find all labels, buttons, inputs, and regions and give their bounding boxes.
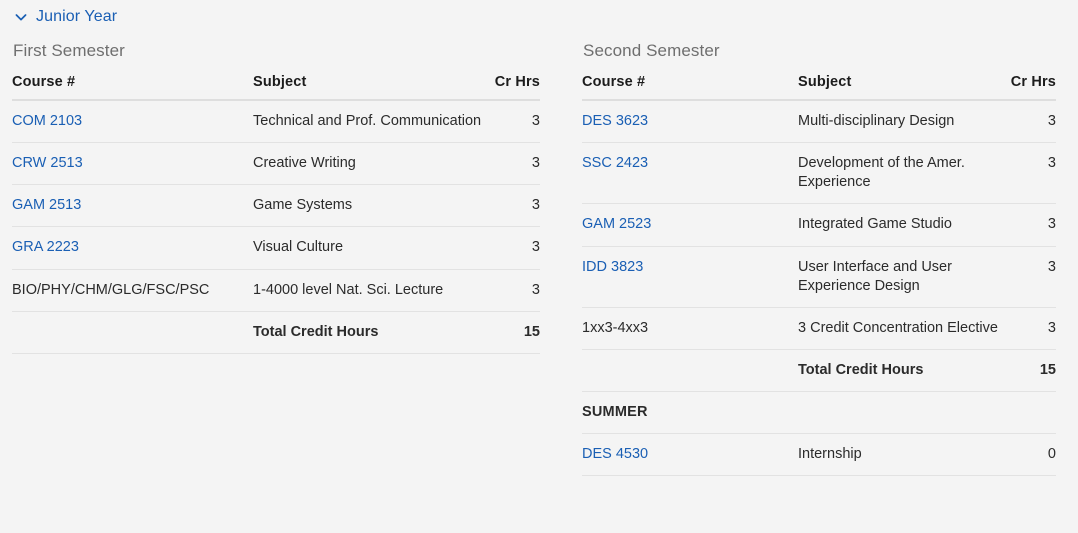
table-header: Course # Subject Cr Hrs <box>12 74 540 101</box>
course-link[interactable]: GAM 2523 <box>582 216 651 232</box>
course-cell: CRW 2513 <box>12 142 253 186</box>
table-body: COM 2103 Technical and Prof. Communicati… <box>12 100 540 354</box>
table-row: BIO/PHY/CHM/GLG/FSC/PSC 1-4000 level Nat… <box>12 269 540 312</box>
course-cell: GAM 2513 <box>12 184 253 228</box>
second-semester-table: Course # Subject Cr Hrs DES 3623 Multi-d… <box>582 74 1056 477</box>
summer-section-spacer <box>798 391 1007 435</box>
header-course: Course # <box>582 74 798 101</box>
course-cell: DES 4530 <box>582 433 798 477</box>
first-semester-label: First Semester <box>13 41 125 60</box>
course-link[interactable]: COM 2103 <box>12 113 82 129</box>
course-cell: 1xx3-4xx3 <box>582 307 798 350</box>
course-code: 1xx3-4xx3 <box>582 319 649 336</box>
summer-section-label: SUMMER <box>582 391 798 435</box>
hours-cell: 3 <box>1007 142 1056 205</box>
table-row: COM 2103 Technical and Prof. Communicati… <box>12 100 540 144</box>
subject-cell: User Interface and User Experience Desig… <box>798 246 1007 308</box>
header-subject: Subject <box>253 74 491 101</box>
course-cell: GRA 2223 <box>12 226 253 270</box>
second-semester-column: Second Semester Course # Subject Cr Hrs … <box>582 41 1056 477</box>
table-row: GAM 2513 Game Systems 3 <box>12 184 540 228</box>
course-cell: COM 2103 <box>12 100 253 144</box>
course-link[interactable]: DES 4530 <box>582 446 648 462</box>
hours-cell: 3 <box>491 100 540 144</box>
second-semester-label: Second Semester <box>583 41 720 60</box>
table-row: DES 3623 Multi-disciplinary Design 3 <box>582 100 1056 144</box>
subject-cell: Visual Culture <box>253 226 491 270</box>
hours-cell: 3 <box>1007 203 1056 247</box>
hours-cell: 3 <box>491 269 540 312</box>
hours-cell: 3 <box>491 184 540 228</box>
year-accordion-header[interactable]: Junior Year <box>0 0 1078 25</box>
subject-cell: 1-4000 level Nat. Sci. Lecture <box>253 269 491 312</box>
semesters-container: First Semester Course # Subject Cr Hrs C… <box>0 41 1078 477</box>
course-cell: GAM 2523 <box>582 203 798 247</box>
table-row: GAM 2523 Integrated Game Studio 3 <box>582 203 1056 247</box>
table-row: DES 4530 Internship 0 <box>582 433 1056 477</box>
total-row: Total Credit Hours 15 <box>12 311 540 354</box>
course-link[interactable]: GRA 2223 <box>12 239 79 255</box>
course-cell: IDD 3823 <box>582 246 798 308</box>
table-row: GRA 2223 Visual Culture 3 <box>12 226 540 270</box>
total-spacer-cell <box>12 311 253 354</box>
course-link[interactable]: CRW 2513 <box>12 155 83 171</box>
hours-cell: 3 <box>491 142 540 186</box>
header-hours: Cr Hrs <box>1007 74 1056 101</box>
course-link[interactable]: SSC 2423 <box>582 155 648 171</box>
subject-cell: Creative Writing <box>253 142 491 186</box>
course-link[interactable]: DES 3623 <box>582 113 648 129</box>
course-link[interactable]: GAM 2513 <box>12 197 81 213</box>
course-cell: BIO/PHY/CHM/GLG/FSC/PSC <box>12 269 253 312</box>
chevron-down-icon[interactable] <box>14 10 28 24</box>
table-header: Course # Subject Cr Hrs <box>582 74 1056 101</box>
hours-cell: 3 <box>1007 100 1056 144</box>
table-body: DES 3623 Multi-disciplinary Design 3 SSC… <box>582 100 1056 477</box>
table-row: CRW 2513 Creative Writing 3 <box>12 142 540 186</box>
table-row: IDD 3823 User Interface and User Experie… <box>582 246 1056 308</box>
total-row: Total Credit Hours 15 <box>582 349 1056 393</box>
total-hours: 15 <box>491 311 540 354</box>
course-link[interactable]: IDD 3823 <box>582 259 643 275</box>
hours-cell: 0 <box>1007 433 1056 477</box>
header-row: Course # Subject Cr Hrs <box>582 74 1056 101</box>
header-course: Course # <box>12 74 253 101</box>
course-code: BIO/PHY/CHM/GLG/FSC/PSC <box>12 281 210 298</box>
first-semester-table: Course # Subject Cr Hrs COM 2103 Technic… <box>12 74 540 354</box>
header-subject: Subject <box>798 74 1007 101</box>
hours-cell: 3 <box>1007 246 1056 308</box>
summer-section-row: SUMMER <box>582 391 1056 435</box>
subject-cell: 3 Credit Concentration Elective <box>798 307 1007 350</box>
first-semester-column: First Semester Course # Subject Cr Hrs C… <box>12 41 540 476</box>
total-label: Total Credit Hours <box>798 349 1007 393</box>
subject-cell: Development of the Amer. Experience <box>798 142 1007 205</box>
subject-cell: Internship <box>798 433 1007 477</box>
course-cell: DES 3623 <box>582 100 798 144</box>
subject-cell: Game Systems <box>253 184 491 228</box>
summer-section-hours-spacer <box>1007 391 1056 435</box>
course-cell: SSC 2423 <box>582 142 798 205</box>
subject-cell: Multi-disciplinary Design <box>798 100 1007 144</box>
subject-cell: Integrated Game Studio <box>798 203 1007 247</box>
header-row: Course # Subject Cr Hrs <box>12 74 540 101</box>
subject-cell: Technical and Prof. Communication <box>253 100 491 144</box>
total-spacer-cell <box>582 349 798 393</box>
table-row: 1xx3-4xx3 3 Credit Concentration Electiv… <box>582 307 1056 350</box>
total-hours: 15 <box>1007 349 1056 393</box>
table-row: SSC 2423 Development of the Amer. Experi… <box>582 142 1056 205</box>
hours-cell: 3 <box>491 226 540 270</box>
total-label: Total Credit Hours <box>253 311 491 354</box>
header-hours: Cr Hrs <box>491 74 540 101</box>
hours-cell: 3 <box>1007 307 1056 350</box>
year-title[interactable]: Junior Year <box>36 8 117 26</box>
